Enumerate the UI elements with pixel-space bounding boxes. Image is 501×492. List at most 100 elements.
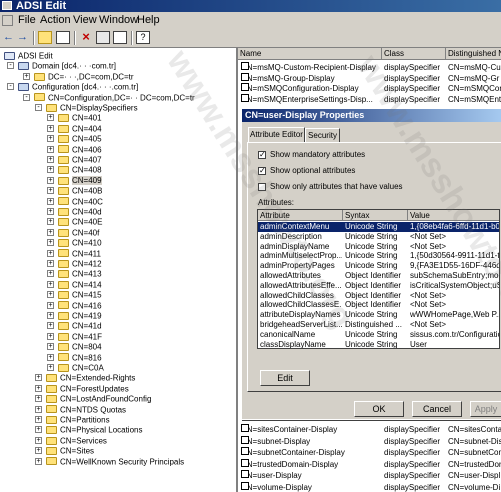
expand-icon[interactable]: +	[35, 395, 42, 403]
attribute-row[interactable]: allowedChildClasses Object Identifier <Not…	[258, 291, 499, 301]
menu-file[interactable]: File	[18, 14, 36, 27]
forward-icon[interactable]: →	[17, 31, 31, 44]
expand-icon[interactable]: +	[47, 208, 54, 215]
list-row[interactable]: CN=subnetContainer-Display displaySpecifi…	[238, 447, 501, 458]
expand-icon[interactable]: +	[47, 332, 54, 340]
cancel-button[interactable]: Cancel	[412, 401, 462, 417]
column-header-class[interactable]: Class	[382, 48, 446, 60]
list-row[interactable]: CN=volume-Display displaySpecifier CN=volu…	[238, 481, 501, 492]
tree-node-adsi-edit[interactable]: ADSI Edit	[4, 50, 53, 61]
show-only-with-values-checkbox[interactable]	[258, 182, 266, 191]
list-row[interactable]: CN=trustedDomain-Display displaySpecifier…	[238, 458, 501, 470]
tree-node-locale-folder[interactable]: + CN=40E	[47, 216, 102, 227]
attribute-row[interactable]: classDisplayName Unicode String User	[258, 340, 499, 348]
tree-node-display-specifiers[interactable]: - CN=DisplaySpecifiers	[35, 102, 138, 113]
list-row[interactable]: CN=user-Display displaySpecifier CN=user-D…	[238, 470, 501, 481]
tree-node-cn-configuration[interactable]: - CN=Configuration,DC=· · DC=com,DC=tr	[23, 92, 195, 103]
collapse-icon[interactable]: -	[7, 83, 14, 91]
tree-node-locale-folder[interactable]: + CN=401	[47, 112, 102, 123]
tree-node-locale-folder[interactable]: + CN=409	[47, 175, 102, 186]
tree-node-config-folder[interactable]: + CN=ForestUpdates	[35, 383, 129, 394]
help-icon[interactable]: ?	[136, 31, 150, 44]
attribute-row[interactable]: adminContextMenu Unicode String 1,{08eb4fa…	[258, 222, 499, 232]
attribute-row[interactable]: adminMultiselectProp... Unicode String 1,{…	[258, 251, 499, 261]
tree-node-locale-folder[interactable]: + CN=816	[47, 352, 102, 363]
expand-icon[interactable]: +	[35, 457, 42, 465]
collapse-icon[interactable]: -	[7, 62, 14, 70]
expand-icon[interactable]: +	[47, 135, 54, 143]
menu-action[interactable]: Action	[40, 14, 71, 27]
attribute-row[interactable]: attributeDisplayNames Unicode String wWWHo…	[258, 310, 499, 320]
tree-node-locale-folder[interactable]: + CN=41d	[47, 320, 102, 331]
list-row[interactable]: CN=subnet-Display displaySpecifier CN=subn…	[238, 435, 501, 447]
tree-node-locale-folder[interactable]: + CN=412	[47, 258, 102, 269]
tree-node-locale-folder[interactable]: + CN=408	[47, 164, 102, 175]
expand-icon[interactable]: +	[47, 343, 54, 351]
expand-icon[interactable]: +	[47, 239, 54, 247]
tree-node-locale-folder[interactable]: + CN=40C	[47, 196, 103, 207]
list-row[interactable]: CN=mSMQEnterpriseSettings-Disp... display…	[238, 93, 501, 105]
expand-icon[interactable]: +	[35, 447, 42, 455]
delete-icon[interactable]: ×	[79, 30, 93, 44]
tree-node-configuration[interactable]: - Configuration [dc4.· · ·.com.tr]	[7, 81, 138, 92]
attribute-row[interactable]: adminDisplayName Unicode String <Not Set>	[258, 242, 499, 252]
expand-icon[interactable]: +	[35, 416, 42, 423]
expand-icon[interactable]: +	[47, 228, 54, 236]
tree-node-locale-folder[interactable]: + CN=405	[47, 133, 102, 144]
tree-node-locale-folder[interactable]: + CN=40B	[47, 185, 102, 196]
expand-icon[interactable]: +	[47, 270, 54, 278]
list-row[interactable]: CN=mSMQConfiguration-Display displaySpeci…	[238, 83, 501, 94]
tree-node-config-folder[interactable]: + CN=Partitions	[35, 414, 110, 425]
menu-help[interactable]: Help	[137, 14, 160, 27]
expand-icon[interactable]: +	[47, 260, 54, 267]
expand-icon[interactable]: +	[35, 405, 42, 413]
tree-node-locale-folder[interactable]: + CN=40f	[47, 227, 99, 238]
show-mandatory-checkbox[interactable]: ✓	[258, 150, 266, 159]
tree-node-config-folder[interactable]: + CN=NTDS Quotas	[35, 404, 126, 415]
checkbox-show-only-with-values[interactable]: Show only attributes that have values	[258, 181, 403, 193]
expand-icon[interactable]: +	[47, 187, 54, 195]
checkbox-show-mandatory[interactable]: ✓ Show mandatory attributes	[258, 149, 365, 161]
expand-icon[interactable]: +	[47, 301, 54, 309]
attribute-row[interactable]: adminPropertyPages Unicode String 9,{FA3E1…	[258, 261, 499, 271]
attr-header-syntax[interactable]: Syntax	[343, 210, 408, 221]
tree-node-domain[interactable]: - Domain [dc4.· · ·com.tr]	[7, 60, 116, 71]
attribute-row[interactable]: allowedAttributesEffe... Object Identifie…	[258, 281, 499, 291]
menu-view[interactable]: View	[73, 14, 97, 27]
apply-button[interactable]: Apply	[470, 401, 501, 417]
attribute-row[interactable]: allowedAttributes Object Identifier subSch…	[258, 271, 499, 281]
tree-node-config-folder[interactable]: + CN=Services	[35, 435, 107, 446]
tree-node-locale-folder[interactable]: + CN=411	[47, 248, 101, 259]
show-hide-tree-icon[interactable]	[56, 31, 70, 44]
tree-node-locale-folder[interactable]: + CN=416	[47, 300, 102, 311]
tab-attribute-editor[interactable]: Attribute Editor	[248, 127, 305, 143]
up-folder-icon[interactable]	[38, 31, 52, 44]
attribute-row[interactable]: adminDescription Unicode String <Not Set>	[258, 232, 499, 242]
collapse-icon[interactable]: -	[35, 104, 42, 111]
tree-node-domain-dc[interactable]: + DC=· · ·,DC=com,DC=tr	[23, 71, 134, 82]
properties-icon[interactable]	[96, 31, 110, 44]
tree-node-locale-folder[interactable]: + CN=407	[47, 154, 102, 165]
expand-icon[interactable]: +	[35, 426, 42, 434]
show-optional-checkbox[interactable]: ✓	[258, 166, 266, 175]
back-icon[interactable]: ←	[3, 31, 17, 44]
list-row[interactable]: CN=sitesContainer-Display displaySpecifie…	[238, 424, 501, 435]
tree-node-config-folder[interactable]: + CN=Extended-Rights	[35, 372, 135, 383]
tree-node-locale-folder[interactable]: + CN=410	[47, 237, 102, 248]
expand-icon[interactable]: +	[47, 166, 54, 174]
edit-button[interactable]: Edit	[260, 370, 310, 386]
export-list-icon[interactable]	[113, 31, 127, 44]
system-menu-icon[interactable]	[2, 15, 13, 26]
column-header-dn[interactable]: Distinguished N	[446, 48, 501, 60]
attributes-list[interactable]: Attribute Syntax Value adminContextMenu U…	[257, 209, 500, 349]
tree-node-locale-folder[interactable]: + CN=414	[47, 279, 102, 290]
expand-icon[interactable]: +	[47, 176, 54, 184]
collapse-icon[interactable]: -	[23, 93, 30, 101]
expand-icon[interactable]: +	[23, 72, 30, 80]
tree-node-config-folder[interactable]: + CN=LostAndFoundConfig	[35, 393, 151, 404]
tree-node-config-folder[interactable]: + CN=WellKnown Security Principals	[35, 456, 184, 467]
attribute-row[interactable]: canonicalName Unicode String sissus.com.tr…	[258, 330, 499, 340]
column-header-name[interactable]: Name	[238, 48, 382, 60]
tree-node-locale-folder[interactable]: + CN=406	[47, 144, 102, 155]
tree-node-locale-folder[interactable]: + CN=41F	[47, 331, 102, 342]
